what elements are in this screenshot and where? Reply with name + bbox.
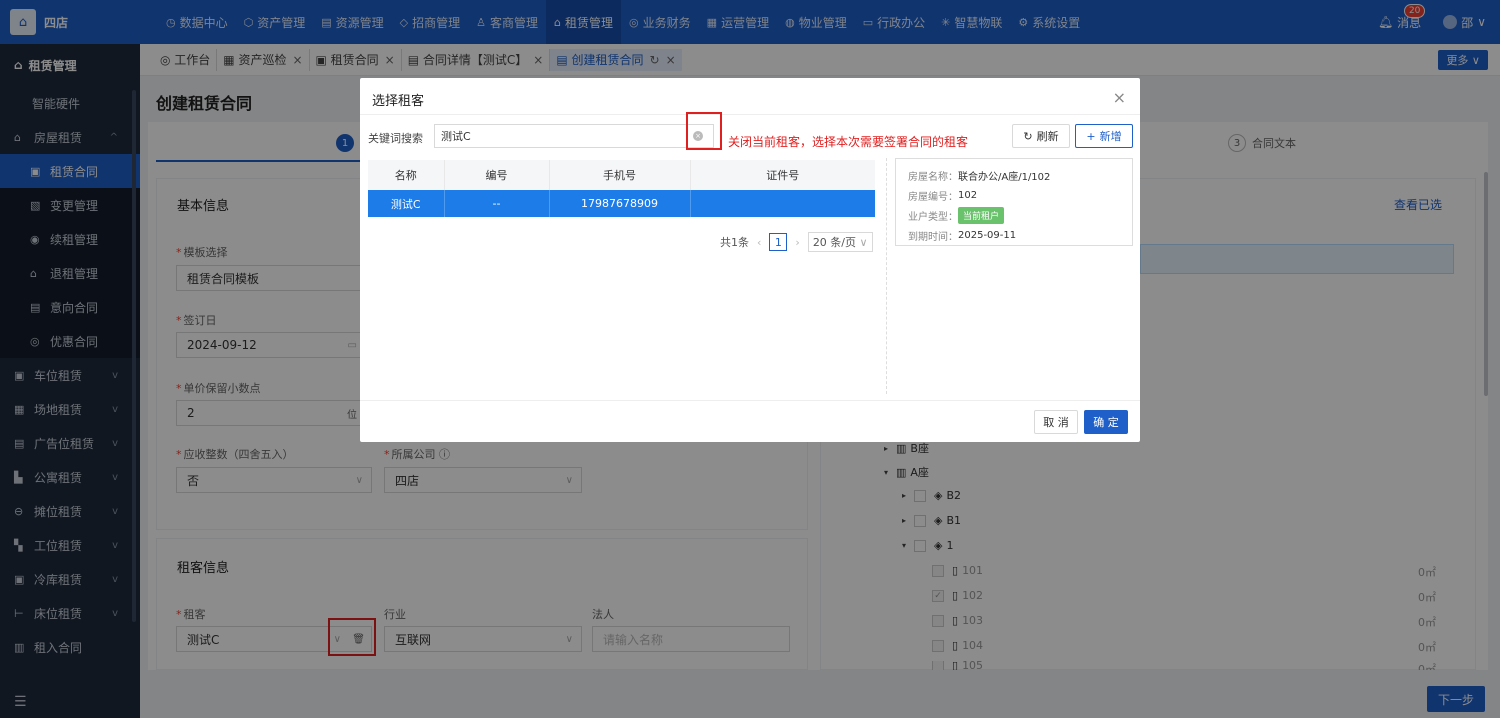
chevron-down-icon: ∨ — [859, 236, 868, 249]
table-header-row: 名称 编号 手机号 证件号 — [368, 160, 875, 190]
table-cell: 17987678909 — [549, 190, 691, 217]
expire-date: 2025-09-11 — [958, 229, 1017, 241]
select-tenant-modal: 选择租客 × 关键词搜索 测试C × 关闭当前租客，选择本次需要签署合同的租客 … — [360, 78, 1140, 442]
table-cell: 测试C — [368, 190, 445, 217]
annotation-text: 关闭当前租客，选择本次需要签署合同的租客 — [728, 135, 969, 149]
house-info-card: 房屋名称： 联合办公/A座/1/102 房屋编号： 102 业户类型： 当前租户 到期… — [895, 158, 1133, 246]
column-header: 编号 — [444, 160, 550, 190]
keyword-search-input[interactable]: 测试C × — [434, 124, 714, 148]
tenant-table: 名称 编号 手机号 证件号 测试C -- 17987678909 — [368, 160, 875, 217]
column-header: 证件号 — [690, 160, 875, 190]
chevron-right-icon[interactable]: › — [795, 236, 799, 249]
add-tenant-button[interactable]: + 新增 — [1075, 124, 1133, 148]
close-icon[interactable]: × — [1113, 88, 1126, 107]
house-name-row: 房屋名称： 联合办公/A座/1/102 — [908, 165, 1120, 185]
page-size-select[interactable]: 20 条/页 ∨ — [807, 232, 873, 252]
page-size-value: 20 条/页 — [812, 236, 857, 249]
modal-title: 选择租客 — [372, 94, 425, 109]
table-cell: -- — [444, 190, 550, 217]
keyword-label: 关键词搜索 — [368, 132, 423, 145]
house-code: 102 — [958, 189, 978, 201]
plus-icon: + — [1086, 129, 1096, 143]
refresh-icon: ↻ — [1023, 129, 1033, 143]
total-count: 共1条 — [720, 236, 749, 249]
button-label: 刷新 — [1036, 130, 1059, 143]
expire-row: 到期时间： 2025-09-11 — [908, 229, 1017, 243]
divider — [360, 400, 1140, 401]
pagination: 共1条 ‹ 1 › 20 条/页 ∨ — [720, 232, 873, 252]
column-header: 手机号 — [549, 160, 691, 190]
divider — [886, 158, 887, 394]
cancel-button[interactable]: 取 消 — [1034, 410, 1078, 434]
table-cell — [690, 190, 875, 217]
table-row[interactable]: 测试C -- 17987678909 — [368, 190, 875, 217]
refresh-button[interactable]: ↻ 刷新 — [1012, 124, 1070, 148]
chevron-left-icon[interactable]: ‹ — [757, 236, 761, 249]
tenant-type-row: 业户类型： 当前租户 — [908, 205, 1120, 225]
button-label: 新增 — [1099, 130, 1122, 143]
confirm-button[interactable]: 确 定 — [1084, 410, 1128, 434]
highlight-clear-icon — [686, 112, 722, 150]
page-number[interactable]: 1 — [769, 233, 788, 251]
house-name: 联合办公/A座/1/102 — [958, 171, 1051, 183]
status-badge: 当前租户 — [958, 206, 1005, 224]
input-value: 测试C — [441, 130, 471, 143]
column-header: 名称 — [368, 160, 445, 190]
divider — [360, 114, 1140, 115]
house-code-row: 房屋编号： 102 — [908, 189, 978, 203]
